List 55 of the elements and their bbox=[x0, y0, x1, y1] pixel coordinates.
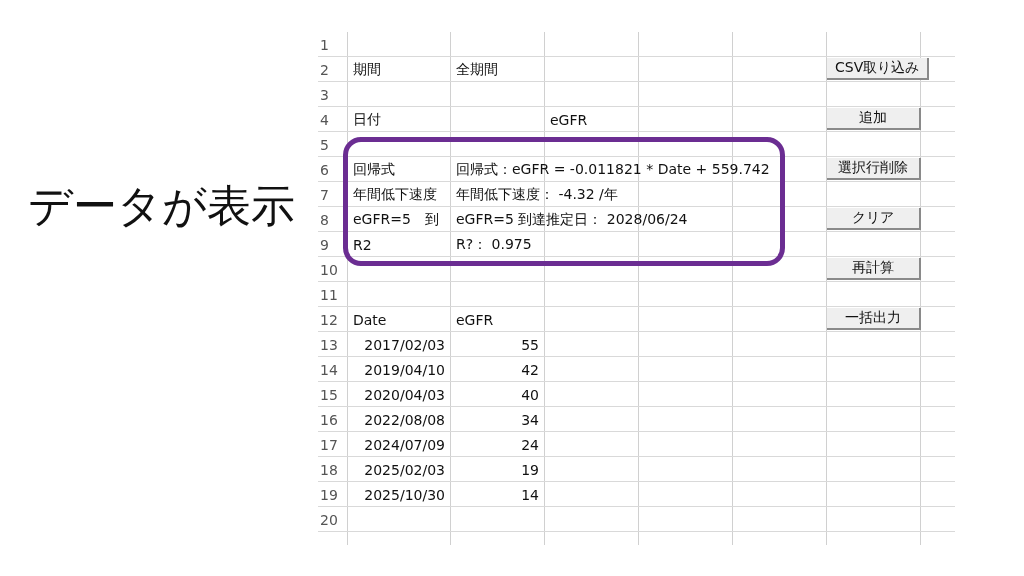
row-number: 18 bbox=[320, 460, 338, 480]
cell-text: 2017/02/03 bbox=[364, 335, 445, 355]
cell-text: 34 bbox=[521, 410, 539, 430]
cell-text: 24 bbox=[521, 435, 539, 455]
row-number: 16 bbox=[320, 410, 338, 430]
row-number: 4 bbox=[320, 110, 329, 130]
cell-text: eGFR bbox=[456, 310, 494, 330]
cell-text: 日付 bbox=[353, 109, 381, 129]
sheet-button[interactable]: 選択行削除 bbox=[827, 158, 921, 180]
cell-text: R2 bbox=[353, 235, 372, 255]
slide-caption: データが表示 bbox=[28, 180, 295, 232]
cell-text: 2019/04/10 bbox=[364, 360, 445, 380]
row-number: 20 bbox=[320, 510, 338, 530]
cell-text: 年間低下速度： -4.32 /年 bbox=[456, 184, 618, 204]
sheet-button[interactable]: クリア bbox=[827, 208, 921, 230]
sheet-button[interactable]: CSV取り込み bbox=[827, 58, 930, 80]
row-number: 10 bbox=[320, 260, 338, 280]
cell-text: eGFR=5 到 bbox=[353, 209, 439, 229]
row-number: 9 bbox=[320, 235, 329, 255]
row-number: 8 bbox=[320, 210, 329, 230]
sheet-button[interactable]: 一括出力 bbox=[827, 308, 921, 330]
cell-text: 14 bbox=[521, 485, 539, 505]
cell-text: 2025/10/30 bbox=[364, 485, 445, 505]
row-number: 13 bbox=[320, 335, 338, 355]
row-number: 12 bbox=[320, 310, 338, 330]
row-number: 2 bbox=[320, 60, 329, 80]
cell-text: 2024/07/09 bbox=[364, 435, 445, 455]
row-number: 5 bbox=[320, 135, 329, 155]
row-number: 11 bbox=[320, 285, 338, 305]
cell-text: 回帰式 bbox=[353, 159, 395, 179]
sheet-button[interactable]: 追加 bbox=[827, 108, 921, 130]
sheet-button[interactable]: 再計算 bbox=[827, 258, 921, 280]
row-number: 3 bbox=[320, 85, 329, 105]
cell-text: eGFR bbox=[550, 110, 588, 130]
row-number: 15 bbox=[320, 385, 338, 405]
cell-text: 期間 bbox=[353, 59, 381, 79]
cell-text: 全期間 bbox=[456, 59, 498, 79]
row-number: 7 bbox=[320, 185, 329, 205]
cell-text: 19 bbox=[521, 460, 539, 480]
cell-text: eGFR=5 到達推定日： 2028/06/24 bbox=[456, 209, 688, 229]
row-number: 1 bbox=[320, 35, 329, 55]
cell-text: 回帰式：eGFR = -0.011821 * Date + 559.742 bbox=[456, 159, 770, 179]
cell-text: 2022/08/08 bbox=[364, 410, 445, 430]
cell-text: 2020/04/03 bbox=[364, 385, 445, 405]
row-number: 19 bbox=[320, 485, 338, 505]
cell-text: Date bbox=[353, 310, 387, 330]
cell-text: 年間低下速度 bbox=[353, 184, 437, 204]
row-number: 6 bbox=[320, 160, 329, 180]
cell-text: 42 bbox=[521, 360, 539, 380]
cell-text: R?： 0.975 bbox=[456, 234, 532, 254]
row-number: 14 bbox=[320, 360, 338, 380]
row-number: 17 bbox=[320, 435, 338, 455]
cell-text: 40 bbox=[521, 385, 539, 405]
cell-text: 55 bbox=[521, 335, 539, 355]
cell-text: 2025/02/03 bbox=[364, 460, 445, 480]
